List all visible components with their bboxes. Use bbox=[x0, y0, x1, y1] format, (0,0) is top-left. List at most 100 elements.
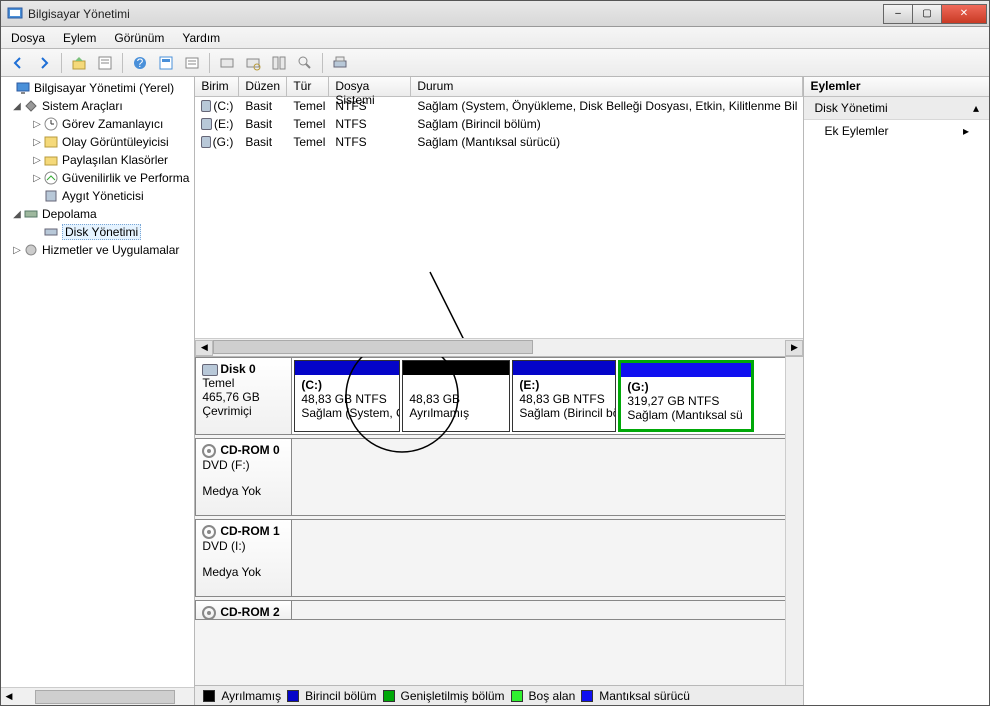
scrollbar-thumb[interactable] bbox=[35, 690, 175, 704]
minimize-button[interactable]: – bbox=[883, 4, 913, 24]
disk-name: Disk 0 bbox=[220, 362, 255, 376]
tree-label: Görev Zamanlayıcı bbox=[62, 117, 163, 131]
disk-name: CD-ROM 1 bbox=[220, 524, 279, 538]
tree-disk-mgmt[interactable]: Disk Yönetimi bbox=[1, 223, 194, 241]
col-fs[interactable]: Dosya Sistemi bbox=[329, 77, 411, 96]
disk-state: Çevrimiçi bbox=[202, 404, 251, 418]
tool-button-4[interactable] bbox=[294, 52, 316, 74]
tree-shared-folders[interactable]: ▷Paylaşılan Klasörler bbox=[1, 151, 194, 169]
legend-label: Mantıksal sürücü bbox=[599, 689, 690, 703]
partition-unallocated[interactable]: 48,83 GBAyrılmamış bbox=[402, 360, 510, 432]
back-button[interactable] bbox=[7, 52, 29, 74]
tool-button-5[interactable] bbox=[329, 52, 351, 74]
tree-storage[interactable]: ◢Depolama bbox=[1, 205, 194, 223]
disk-partitions: (C:)48,83 GB NTFSSağlam (System, Ç 48,83… bbox=[292, 358, 802, 434]
status-cell: Sağlam (Birincil bölüm) bbox=[411, 117, 803, 131]
legend-swatch-extended bbox=[383, 690, 395, 702]
titlebar: Bilgisayar Yönetimi – ▢ ✕ bbox=[1, 1, 989, 27]
partition-color-bar bbox=[295, 361, 399, 375]
maximize-button[interactable]: ▢ bbox=[912, 4, 942, 24]
partition-e[interactable]: (E:)48,83 GB NTFSSağlam (Birincil bö bbox=[512, 360, 616, 432]
type-cell: Temel bbox=[287, 117, 329, 131]
tree-performance[interactable]: ▷Güvenilirlik ve Performa bbox=[1, 169, 194, 187]
help-button[interactable]: ? bbox=[129, 52, 151, 74]
tool-button-2[interactable] bbox=[242, 52, 264, 74]
actions-more[interactable]: Ek Eylemler ▸ bbox=[804, 120, 989, 142]
cdrom-icon bbox=[202, 606, 216, 620]
tree-system-tools[interactable]: ◢Sistem Araçları bbox=[1, 97, 194, 115]
menu-help[interactable]: Yardım bbox=[182, 31, 220, 45]
partition-size: 48,83 GB NTFS bbox=[519, 392, 604, 406]
disk-name: CD-ROM 0 bbox=[220, 443, 279, 457]
disk-sub: DVD (F:) bbox=[202, 458, 249, 472]
disk-name: CD-ROM 2 bbox=[220, 605, 279, 619]
main-panel: Birim Düzen Tür Dosya Sistemi Durum (C:)… bbox=[195, 77, 804, 705]
tree-label: Paylaşılan Klasörler bbox=[62, 153, 168, 167]
tree-root[interactable]: Bilgisayar Yönetimi (Yerel) bbox=[1, 79, 194, 97]
tool-button-1[interactable] bbox=[216, 52, 238, 74]
tree-device-manager[interactable]: Aygıt Yöneticisi bbox=[1, 187, 194, 205]
actions-more-label: Ek Eylemler bbox=[824, 124, 888, 138]
disk-label: CD-ROM 0 DVD (F:) Medya Yok bbox=[196, 439, 292, 515]
volume-list: (C:) Basit Temel NTFS Sağlam (System, Ön… bbox=[195, 97, 803, 357]
legend-label: Boş alan bbox=[529, 689, 576, 703]
refresh-button[interactable] bbox=[155, 52, 177, 74]
volume-row[interactable]: (E:) Basit Temel NTFS Sağlam (Birincil b… bbox=[195, 115, 803, 133]
tree-services[interactable]: ▷Hizmetler ve Uygulamalar bbox=[1, 241, 194, 259]
scroll-left-button[interactable]: ◀ bbox=[195, 340, 213, 356]
tool-button-3[interactable] bbox=[268, 52, 290, 74]
disk-row-disk0[interactable]: Disk 0 Temel 465,76 GB Çevrimiçi (C:)48,… bbox=[195, 357, 803, 435]
volume-icon bbox=[201, 100, 211, 112]
partition-c[interactable]: (C:)48,83 GB NTFSSağlam (System, Ç bbox=[294, 360, 400, 432]
tree-label: Aygıt Yöneticisi bbox=[62, 189, 144, 203]
scroll-right-button[interactable]: ▶ bbox=[785, 340, 803, 356]
disk-icon bbox=[202, 364, 218, 376]
status-cell: Sağlam (System, Önyükleme, Disk Belleği … bbox=[411, 99, 803, 113]
volume-row[interactable]: (C:) Basit Temel NTFS Sağlam (System, Ön… bbox=[195, 97, 803, 115]
up-button[interactable] bbox=[68, 52, 90, 74]
col-layout[interactable]: Düzen bbox=[239, 77, 287, 96]
toolbar: ? bbox=[1, 49, 989, 77]
svg-text:?: ? bbox=[137, 56, 144, 70]
disk-row-cdrom1[interactable]: CD-ROM 1 DVD (I:) Medya Yok bbox=[195, 519, 803, 597]
volume-list-header: Birim Düzen Tür Dosya Sistemi Durum bbox=[195, 77, 803, 97]
disk-label: Disk 0 Temel 465,76 GB Çevrimiçi bbox=[196, 358, 292, 434]
disk-row-cdrom0[interactable]: CD-ROM 0 DVD (F:) Medya Yok bbox=[195, 438, 803, 516]
scroll-track[interactable] bbox=[213, 340, 785, 356]
close-button[interactable]: ✕ bbox=[941, 4, 987, 24]
disk-partitions-empty bbox=[292, 520, 802, 596]
legend-swatch-primary bbox=[287, 690, 299, 702]
actions-group-disk-mgmt[interactable]: Disk Yönetimi ▴ bbox=[804, 97, 989, 120]
menu-action[interactable]: Eylem bbox=[63, 31, 96, 45]
col-type[interactable]: Tür bbox=[287, 77, 329, 96]
menu-view[interactable]: Görünüm bbox=[114, 31, 164, 45]
type-cell: Temel bbox=[287, 135, 329, 149]
fs-cell: NTFS bbox=[329, 135, 411, 149]
layout-cell: Basit bbox=[239, 117, 287, 131]
disk-vertical-scrollbar[interactable] bbox=[785, 357, 803, 685]
menu-file[interactable]: Dosya bbox=[11, 31, 45, 45]
tools-icon bbox=[23, 98, 39, 114]
forward-button[interactable] bbox=[33, 52, 55, 74]
partition-color-bar bbox=[621, 363, 751, 377]
tree-event-viewer[interactable]: ▷Olay Görüntüleyicisi bbox=[1, 133, 194, 151]
tree-task-scheduler[interactable]: ▷Görev Zamanlayıcı bbox=[1, 115, 194, 133]
col-status[interactable]: Durum bbox=[411, 77, 803, 96]
storage-icon bbox=[23, 206, 39, 222]
device-icon bbox=[43, 188, 59, 204]
volume-row[interactable]: (G:) Basit Temel NTFS Sağlam (Mantıksal … bbox=[195, 133, 803, 151]
partition-size: 48,83 GB NTFS bbox=[301, 392, 386, 406]
partition-color-bar bbox=[403, 361, 509, 375]
volume-icon bbox=[201, 118, 212, 130]
disk-label: CD-ROM 1 DVD (I:) Medya Yok bbox=[196, 520, 292, 596]
scrollbar-thumb[interactable] bbox=[213, 340, 533, 354]
list-button[interactable] bbox=[181, 52, 203, 74]
tree-horizontal-scrollbar[interactable]: ◀ bbox=[1, 687, 194, 705]
volume-horizontal-scrollbar[interactable]: ◀ ▶ bbox=[195, 338, 803, 356]
cdrom-icon bbox=[202, 444, 216, 458]
disk-row-cdrom2[interactable]: CD-ROM 2 bbox=[195, 600, 803, 620]
disk-nomedia: Medya Yok bbox=[202, 565, 261, 579]
partition-g[interactable]: (G:)319,27 GB NTFSSağlam (Mantıksal sü bbox=[618, 360, 754, 432]
col-volume[interactable]: Birim bbox=[195, 77, 239, 96]
properties-button[interactable] bbox=[94, 52, 116, 74]
